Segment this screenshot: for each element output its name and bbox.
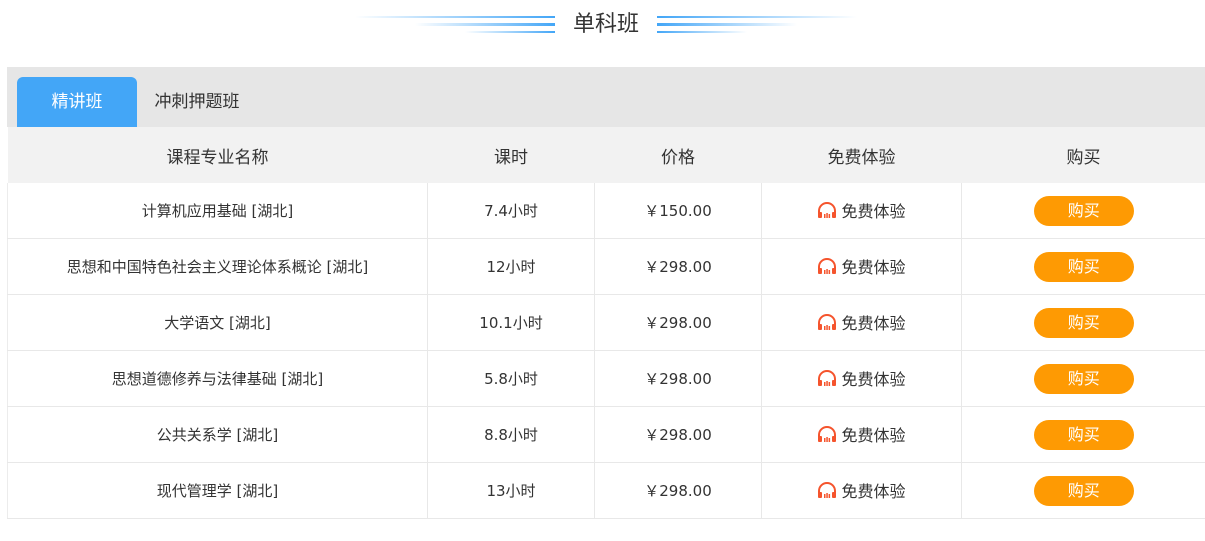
tab-intensive[interactable]: 精讲班 bbox=[17, 77, 137, 127]
table-row: 大学语文 [湖北] 10.1小时 ￥298.00 免费体验 购买 bbox=[7, 294, 1205, 351]
free-trial-label: 免费体验 bbox=[841, 370, 906, 389]
course-hours: 13小时 bbox=[427, 462, 595, 519]
free-trial-label: 免费体验 bbox=[841, 482, 906, 501]
table-row: 计算机应用基础 [湖北] 7.4小时 ￥150.00 免费体验 购买 bbox=[7, 183, 1205, 239]
free-trial-cell: 免费体验 bbox=[761, 350, 962, 407]
course-name: 思想和中国特色社会主义理论体系概论 [湖北] bbox=[7, 238, 428, 295]
course-price: ￥298.00 bbox=[594, 294, 762, 351]
headphone-icon bbox=[818, 482, 837, 498]
header-price: 价格 bbox=[594, 127, 762, 183]
course-price: ￥298.00 bbox=[594, 350, 762, 407]
table-row: 公共关系学 [湖北] 8.8小时 ￥298.00 免费体验 购买 bbox=[7, 406, 1205, 463]
headphone-icon bbox=[818, 202, 837, 218]
headphone-icon bbox=[818, 370, 837, 386]
free-trial-link[interactable]: 免费体验 bbox=[817, 422, 906, 446]
course-name: 现代管理学 [湖北] bbox=[7, 462, 428, 519]
free-trial-cell: 免费体验 bbox=[761, 406, 962, 463]
course-hours: 7.4小时 bbox=[427, 183, 595, 239]
free-trial-label: 免费体验 bbox=[841, 426, 906, 445]
free-trial-cell: 免费体验 bbox=[761, 238, 962, 295]
buy-button[interactable]: 购买 bbox=[1033, 475, 1134, 506]
decorative-lines-right bbox=[657, 16, 857, 33]
course-hours: 12小时 bbox=[427, 238, 595, 295]
buy-cell: 购买 bbox=[961, 406, 1205, 463]
header-free-trial: 免费体验 bbox=[761, 127, 962, 183]
free-trial-link[interactable]: 免费体验 bbox=[817, 254, 906, 278]
buy-button[interactable]: 购买 bbox=[1033, 307, 1134, 338]
buy-cell: 购买 bbox=[961, 462, 1205, 519]
course-name: 思想道德修养与法律基础 [湖北] bbox=[7, 350, 428, 407]
course-name: 大学语文 [湖北] bbox=[7, 294, 428, 351]
course-name: 公共关系学 [湖北] bbox=[7, 406, 428, 463]
free-trial-cell: 免费体验 bbox=[761, 183, 962, 239]
free-trial-label: 免费体验 bbox=[841, 314, 906, 333]
free-trial-link[interactable]: 免费体验 bbox=[817, 310, 906, 334]
headphone-icon bbox=[818, 258, 837, 274]
table-row: 思想和中国特色社会主义理论体系概论 [湖北] 12小时 ￥298.00 免费体验… bbox=[7, 238, 1205, 295]
course-hours: 8.8小时 bbox=[427, 406, 595, 463]
course-hours: 5.8小时 bbox=[427, 350, 595, 407]
course-page: 单科班 精讲班 冲刺押题班 课程专业名称 课时 价格 免费体验 购买 计算机应用… bbox=[0, 0, 1205, 541]
buy-cell: 购买 bbox=[961, 183, 1205, 239]
buy-button[interactable]: 购买 bbox=[1033, 195, 1134, 226]
free-trial-label: 免费体验 bbox=[841, 202, 906, 221]
buy-cell: 购买 bbox=[961, 238, 1205, 295]
buy-cell: 购买 bbox=[961, 350, 1205, 407]
header-buy: 购买 bbox=[961, 127, 1205, 183]
header-course-name: 课程专业名称 bbox=[7, 127, 428, 183]
course-price: ￥298.00 bbox=[594, 406, 762, 463]
section-header: 单科班 bbox=[0, 0, 1205, 50]
buy-button[interactable]: 购买 bbox=[1033, 251, 1134, 282]
section-title: 单科班 bbox=[572, 12, 639, 37]
table-header-row: 课程专业名称 课时 价格 免费体验 购买 bbox=[7, 127, 1205, 183]
buy-button[interactable]: 购买 bbox=[1033, 419, 1134, 450]
free-trial-cell: 免费体验 bbox=[761, 462, 962, 519]
tabs-bar: 精讲班 冲刺押题班 bbox=[7, 67, 1205, 127]
course-name: 计算机应用基础 [湖北] bbox=[7, 183, 428, 239]
free-trial-link[interactable]: 免费体验 bbox=[817, 366, 906, 390]
course-price: ￥298.00 bbox=[594, 238, 762, 295]
headphone-icon bbox=[818, 314, 837, 330]
course-hours: 10.1小时 bbox=[427, 294, 595, 351]
tab-sprint[interactable]: 冲刺押题班 bbox=[147, 77, 247, 127]
course-table: 课程专业名称 课时 价格 免费体验 购买 计算机应用基础 [湖北] 7.4小时 … bbox=[7, 127, 1205, 519]
table-row: 思想道德修养与法律基础 [湖北] 5.8小时 ￥298.00 免费体验 购买 bbox=[7, 350, 1205, 407]
decorative-lines-left bbox=[355, 16, 555, 33]
table-row: 现代管理学 [湖北] 13小时 ￥298.00 免费体验 购买 bbox=[7, 462, 1205, 519]
course-price: ￥298.00 bbox=[594, 462, 762, 519]
header-hours: 课时 bbox=[427, 127, 595, 183]
free-trial-link[interactable]: 免费体验 bbox=[817, 198, 906, 222]
free-trial-cell: 免费体验 bbox=[761, 294, 962, 351]
buy-cell: 购买 bbox=[961, 294, 1205, 351]
free-trial-label: 免费体验 bbox=[841, 258, 906, 277]
buy-button[interactable]: 购买 bbox=[1033, 363, 1134, 394]
free-trial-link[interactable]: 免费体验 bbox=[817, 478, 906, 502]
course-price: ￥150.00 bbox=[594, 183, 762, 239]
headphone-icon bbox=[818, 426, 837, 442]
